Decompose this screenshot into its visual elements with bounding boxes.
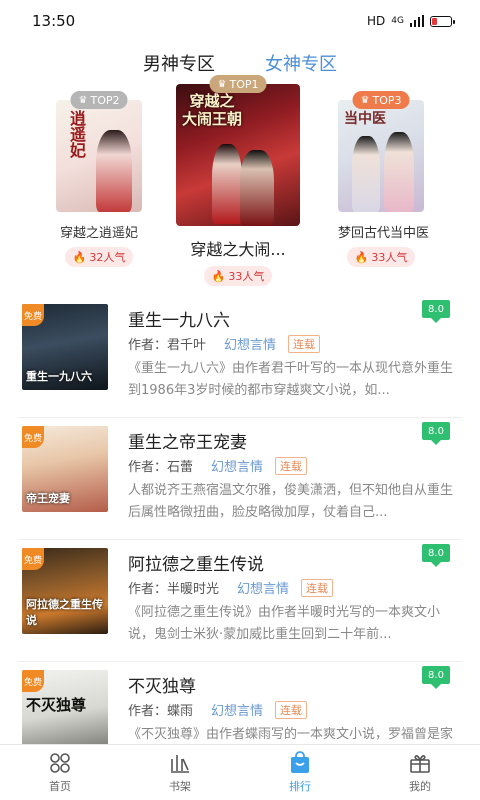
crown-icon: ♛ [78, 94, 88, 106]
cover-art: 穿越之 大闹王朝 [176, 84, 300, 226]
ranking-bag-icon [291, 751, 309, 773]
book-description: 人都说齐王燕宿温文尔雅，俊美潇洒，但不知他自从重生后属性略微扭曲，脸皮略微加厚，… [128, 483, 454, 520]
fire-icon: 🔥 [354, 250, 369, 264]
book-cover[interactable]: 免费 帝王宠妻 [22, 426, 108, 512]
rank-badge: ♛ TOP1 [209, 75, 267, 93]
book-meta: 作者： 半暖时光 幻想言情 连载 [128, 578, 334, 597]
genre-tag: 幻想言情 [237, 582, 290, 597]
heat-badge: 🔥 33人气 [203, 266, 273, 286]
cover-art: 逍遥妃 [56, 100, 142, 212]
list-item[interactable]: 免费 重生一九八六 重生一九八六 作者： 君千叶 幻想言情 连载 《重生一九八六… [18, 296, 462, 418]
book-title: 重生之帝王宠妻 [128, 433, 247, 453]
author-name: 蝶雨 [167, 704, 194, 719]
bottom-nav: 首页 书架 排行 我的 [0, 744, 480, 800]
free-tag: 免费 [22, 670, 44, 692]
book-cover[interactable]: ♛ TOP3 当中医 [338, 91, 424, 212]
status-badge: 连载 [288, 334, 321, 353]
list-item[interactable]: 免费 帝王宠妻 重生之帝王宠妻 作者： 石蕾 幻想言情 连载 人都说齐王燕宿温文… [18, 418, 462, 540]
nav-label: 首页 [49, 780, 71, 793]
network-type: HD [367, 14, 386, 28]
rank-badge: ♛ TOP2 [70, 91, 128, 109]
genre-tag: 幻想言情 [211, 460, 264, 475]
genre-tag: 幻想言情 [224, 338, 277, 353]
book-meta: 作者： 蝶雨 幻想言情 连载 [128, 700, 308, 719]
book-title: 不灭独尊 [128, 677, 196, 697]
book-title: 阿拉德之重生传说 [128, 555, 264, 575]
book-name: 穿越之逍遥妃 [59, 226, 138, 241]
cover-art: 当中医 [338, 100, 424, 212]
rank-badge: ♛ TOP3 [352, 91, 410, 109]
book-meta: 作者： 君千叶 幻想言情 连载 [128, 334, 321, 353]
status-bar: 13:50 HD 4G [0, 0, 480, 42]
battery-icon [430, 15, 455, 27]
score-badge: 8.0 [422, 666, 450, 684]
book-cover[interactable]: ♛ TOP1 穿越之 大闹王朝 [176, 75, 300, 226]
book-cover[interactable]: ♛ TOP2 逍遥妃 [56, 91, 142, 212]
score-badge: 8.0 [422, 422, 450, 440]
nav-label: 排行 [289, 780, 311, 793]
author-name: 半暖时光 [167, 582, 220, 597]
cover-title: 重生一九八六 [26, 370, 92, 383]
heat-badge: 🔥 32人气 [64, 247, 134, 267]
status-indicators: HD 4G [367, 14, 455, 28]
cover-title: 阿拉德之重生传说 [26, 598, 103, 627]
nav-label: 我的 [409, 780, 431, 793]
nav-ranking[interactable]: 排行 [240, 745, 360, 800]
book-name: 梦回古代当中医 [338, 226, 430, 241]
nav-profile[interactable]: 我的 [360, 745, 480, 800]
heat-badge: 🔥 33人气 [346, 247, 416, 267]
free-tag: 免费 [22, 548, 44, 570]
cover-title: 逍遥妃 [67, 110, 86, 158]
book-list: 免费 重生一九八六 重生一九八六 作者： 君千叶 幻想言情 连载 《重生一九八六… [0, 296, 480, 784]
book-name: 穿越之大闹... [190, 240, 286, 259]
author-label: 作者： [128, 338, 168, 353]
fire-icon: 🔥 [211, 269, 226, 283]
status-badge: 连载 [301, 578, 334, 597]
book-meta: 作者： 石蕾 幻想言情 连载 [128, 456, 308, 475]
status-badge: 连载 [275, 700, 308, 719]
book-cover[interactable]: 免费 重生一九八六 [22, 304, 108, 390]
crown-icon: ♛ [360, 94, 370, 106]
author-label: 作者： [128, 582, 168, 597]
gift-icon [410, 755, 430, 773]
score-badge: 8.0 [422, 544, 450, 562]
tab-female-zone[interactable]: 女神专区 [263, 46, 339, 80]
crown-icon: ♛ [217, 78, 227, 90]
free-tag: 免费 [22, 304, 44, 326]
fire-icon: 🔥 [72, 250, 87, 264]
score-badge: 8.0 [422, 300, 450, 318]
grid-icon [50, 753, 70, 773]
status-time: 13:50 [32, 12, 76, 30]
book-description: 《阿拉德之重生传说》由作者半暖时光写的一本爽文小说，鬼剑士米狄·蒙加威比重生回到… [128, 605, 441, 642]
nav-bookshelf[interactable]: 书架 [120, 745, 240, 800]
signal-icon [410, 15, 424, 27]
cover-title: 不灭独尊 [26, 696, 87, 714]
author-label: 作者： [128, 460, 168, 475]
genre-tag: 幻想言情 [211, 704, 264, 719]
book-cover[interactable]: 免费 阿拉德之重生传说 [22, 548, 108, 634]
tab-male-zone[interactable]: 男神专区 [141, 46, 217, 80]
list-item[interactable]: 免费 阿拉德之重生传说 阿拉德之重生传说 作者： 半暖时光 幻想言情 连载 《阿… [18, 540, 462, 662]
author-label: 作者： [128, 704, 168, 719]
nav-label: 书架 [169, 780, 191, 793]
status-badge: 连载 [275, 456, 308, 475]
podium-item-top3[interactable]: ♛ TOP3 当中医 梦回古代当中医 🔥 33人气 [338, 91, 430, 267]
ranking-podium: ♛ TOP2 逍遥妃 穿越之逍遥妃 🔥 32人气 ♛ TOP1 穿越之大闹王朝 [0, 75, 480, 294]
podium-item-top2[interactable]: ♛ TOP2 逍遥妃 穿越之逍遥妃 🔥 32人气 [56, 91, 142, 267]
book-description: 《重生一九八六》由作者君千叶写的一本从现代意外重生到1986年3岁时候的都市穿越… [128, 361, 454, 398]
free-tag: 免费 [22, 426, 44, 448]
podium-item-top1[interactable]: ♛ TOP1 穿越之 大闹王朝 穿越之大闹... 🔥 33人气 [176, 75, 300, 286]
nav-home[interactable]: 首页 [0, 745, 120, 800]
cover-title: 穿越之 大闹王朝 [182, 92, 243, 128]
author-name: 石蕾 [167, 460, 194, 475]
cover-title: 当中医 [344, 111, 386, 127]
bookshelf-icon [171, 755, 189, 773]
cover-title: 帝王宠妻 [26, 492, 70, 505]
author-name: 君千叶 [167, 338, 207, 353]
signal-type: 4G [391, 16, 404, 26]
book-title: 重生一九八六 [128, 311, 230, 331]
